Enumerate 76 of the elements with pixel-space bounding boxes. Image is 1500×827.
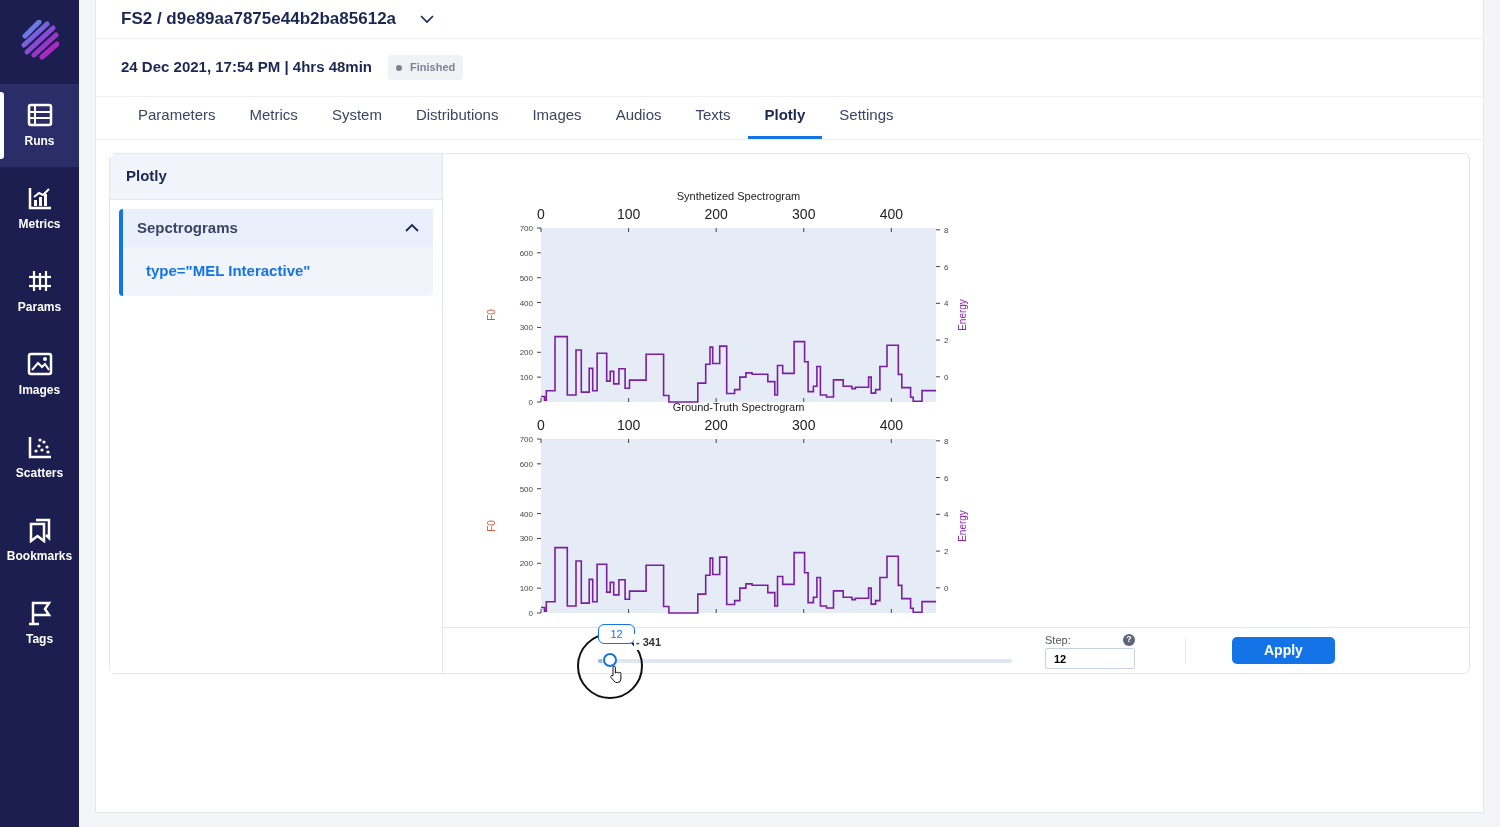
y-tick-label: 100 [519,584,533,594]
slider-value-label: 12 [598,623,635,644]
y-tick-label: 0 [528,398,533,407]
sidebar-item[interactable]: Params [0,250,79,333]
y2-tick-label: 4 [944,510,949,520]
sidebar-item[interactable]: Images [0,333,79,416]
status-badge: Finished [388,55,464,80]
tab[interactable]: Audios [598,93,679,139]
y-axis-label: F0 [486,520,497,532]
sidebar-item[interactable]: Runs [0,84,79,167]
y2-tick-label: 2 [944,547,949,557]
x-tick-label: 0 [537,417,545,433]
tab[interactable]: Images [515,93,599,139]
y2-tick-label: 0 [944,583,949,593]
y-tick-label: 500 [519,484,533,494]
y-tick-label: 600 [519,248,533,258]
y-tick-label: 700 [519,435,533,444]
tab[interactable]: Settings [822,93,911,139]
x-tick-label: 300 [792,417,816,433]
y-tick-label: 0 [528,609,533,618]
flag-icon [26,599,53,626]
x-tick-label: 200 [704,417,728,433]
step-input[interactable]: 12 [1045,648,1135,670]
y2-tick-label: 8 [944,225,949,235]
tab[interactable]: Parameters [121,93,233,139]
y-tick-label: 400 [519,509,533,519]
x-tick-label: 100 [616,206,641,222]
x-tick-label: 400 [879,417,903,433]
sidebar-item[interactable]: Scatters [0,416,79,499]
x-tick-label: 0 [537,206,545,222]
y2-tick-label: 0 [944,372,949,382]
y2-tick-label: 2 [944,336,949,346]
y2-axis-label: Energy [957,299,968,331]
panel-title: Plotly [110,154,442,200]
step-label: Step: [1045,632,1071,648]
tab[interactable]: System [314,93,399,139]
help-icon[interactable]: ? [1123,634,1135,646]
sidebar-item[interactable]: Tags [0,582,79,665]
y-tick-label: 300 [519,323,533,333]
x-tick-label: 400 [879,206,903,222]
y-axis-label: F0 [486,309,497,321]
tab[interactable]: Distributions [398,93,516,139]
y-tick-label: 500 [519,273,533,283]
group-header[interactable]: Sepctrograms [123,208,433,247]
y2-tick-label: 6 [944,262,949,272]
x-tick-label: 300 [792,206,816,222]
tab[interactable]: Plotly [747,93,823,139]
y2-tick-label: 4 [944,299,949,309]
y2-tick-label: 8 [944,436,949,446]
range-end-label: - 341 [634,633,664,650]
table-icon [26,101,53,128]
y2-tick-label: 6 [944,473,949,483]
logo-icon [20,20,59,60]
y-tick-label: 400 [519,298,533,308]
image-icon [26,350,53,377]
apply-button[interactable]: Apply [1232,637,1335,664]
x-tick-label: 100 [616,417,641,433]
y-tick-label: 100 [519,373,533,383]
run-title: FS2 / d9e89aa7875e44b2ba85612a [121,8,397,31]
tab[interactable]: Texts [678,93,748,139]
y2-axis-label: Energy [957,510,968,542]
run-info: 24 Dec 2021, 17:54 PM | 4hrs 48min [121,57,372,78]
y-tick-label: 200 [519,559,533,569]
panel-item[interactable]: type="MEL Interactive" [123,247,334,296]
x-tick-label: 200 [704,206,728,222]
y-tick-label: 700 [519,224,533,233]
y-tick-label: 200 [519,348,533,358]
tab[interactable]: Metrics [232,93,315,139]
chart-title: Synthetized Spectrogram [676,190,801,202]
sidebar-item[interactable]: Bookmarks [0,499,79,582]
chart-title: Ground-Truth Spectrogram [672,401,805,413]
y-tick-label: 600 [519,459,533,469]
sidebar-item[interactable]: Metrics [0,167,79,250]
dropdown-chevron-icon[interactable] [420,14,435,24]
y-tick-label: 300 [519,534,533,544]
chevron-icon [405,223,419,233]
